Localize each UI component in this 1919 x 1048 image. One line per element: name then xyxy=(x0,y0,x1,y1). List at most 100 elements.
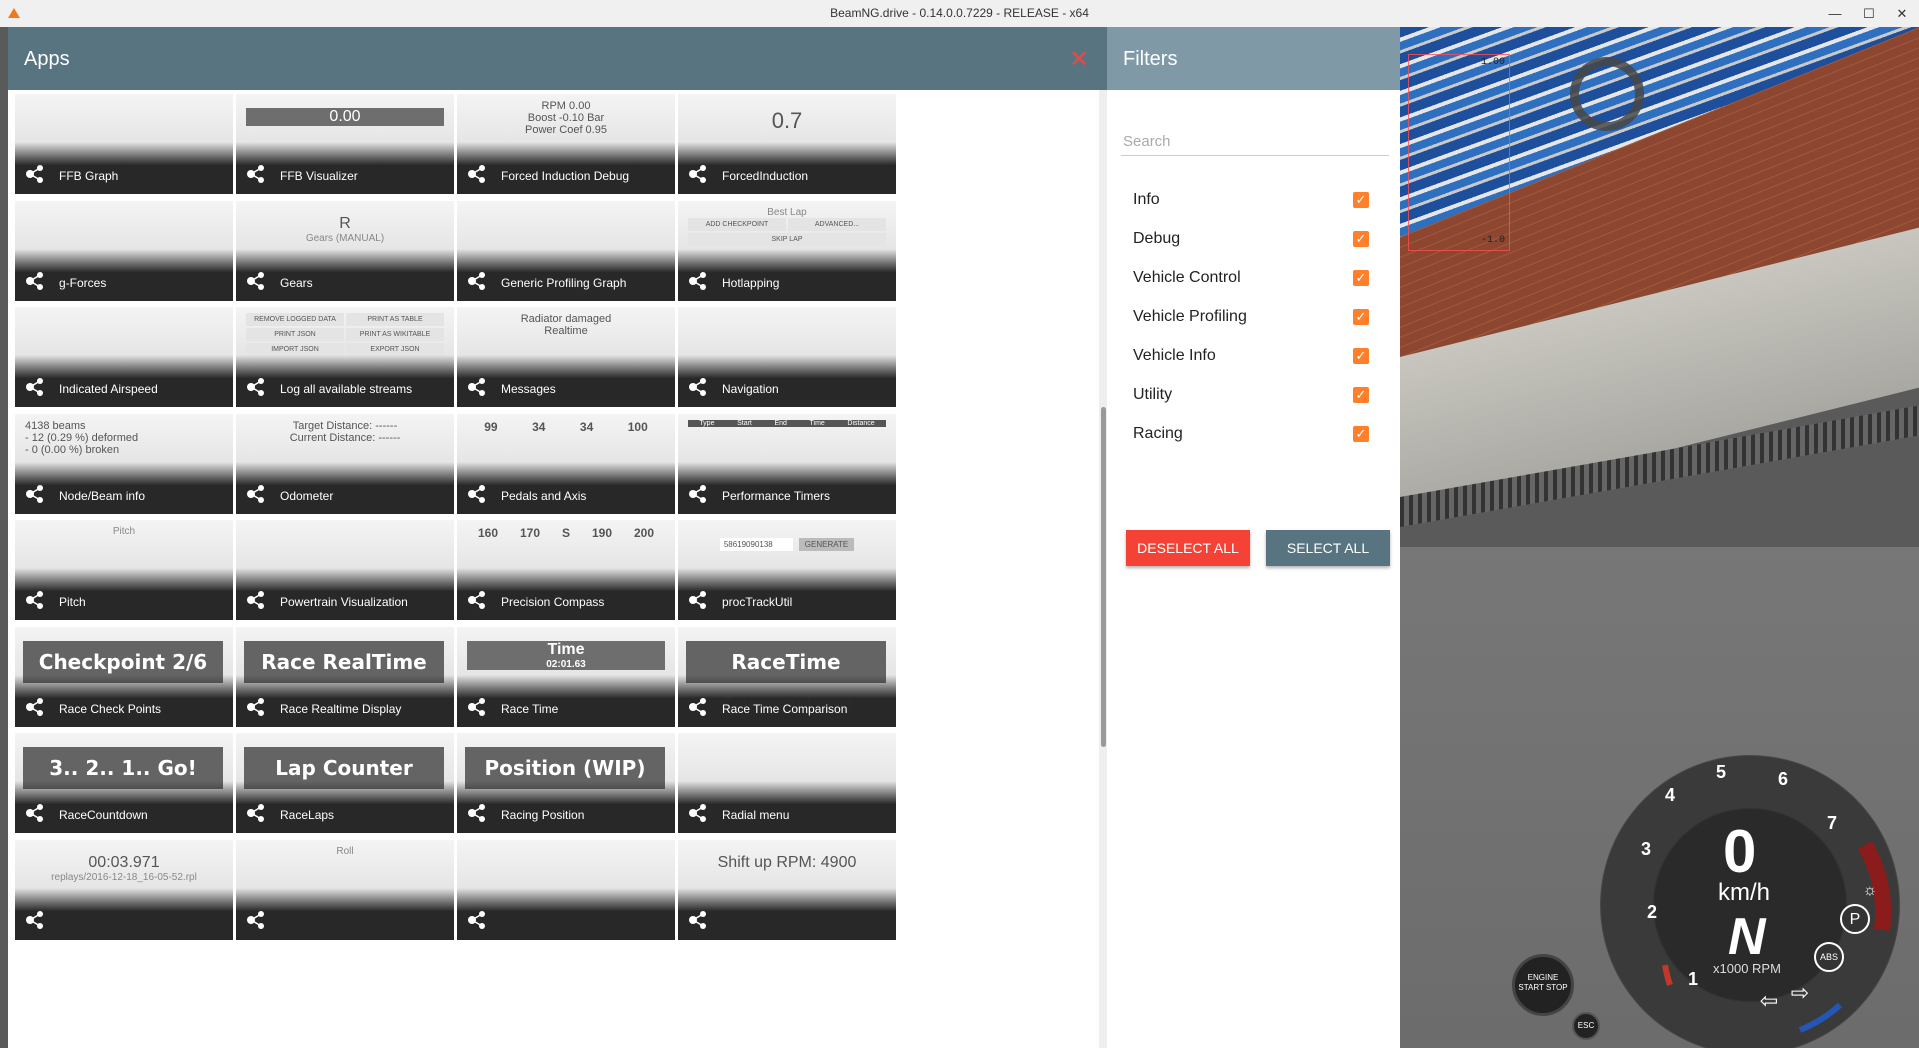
share-icon[interactable] xyxy=(25,696,47,718)
app-tile[interactable]: RPM 0.00 Boost -0.10 Bar Power Coef 0.95 Fo… xyxy=(457,94,675,194)
app-tile[interactable]: Powertrain Visualization xyxy=(236,520,454,620)
filter-row[interactable]: Vehicle Profiling ✓ xyxy=(1133,302,1373,332)
share-icon[interactable] xyxy=(688,376,710,398)
filter-row[interactable]: Debug ✓ xyxy=(1133,224,1373,254)
app-tile[interactable]: Target Distance: ------ Current Distance:… xyxy=(236,414,454,514)
app-tile[interactable]: Roll xyxy=(236,840,454,940)
checkbox-icon[interactable]: ✓ xyxy=(1353,348,1369,364)
app-preview-line: - 12 (0.29 %) deformed xyxy=(25,432,139,444)
app-tile[interactable]: Type Start End Time Distance Performance Time… xyxy=(678,414,896,514)
app-tile[interactable]: 99 34 34 100 Pedals and Axis xyxy=(457,414,675,514)
share-icon[interactable] xyxy=(246,802,268,824)
app-tile[interactable]: Best Lap ADD CHECKPOINT ADVANCED... SKIP LA… xyxy=(678,201,896,301)
share-icon[interactable] xyxy=(25,909,47,931)
app-tile[interactable]: Checkpoint 2/6 Race Check Points xyxy=(15,627,233,727)
app-tile[interactable]: Race RealTime Race Realtime Display xyxy=(236,627,454,727)
left-indicator-icon: ⇦ xyxy=(1759,988,1779,1013)
share-icon[interactable] xyxy=(246,589,268,611)
filter-row[interactable]: Info ✓ xyxy=(1133,185,1373,215)
app-tile[interactable]: Pitch Pitch xyxy=(15,520,233,620)
share-icon[interactable] xyxy=(467,589,489,611)
close-window-button[interactable]: ✕ xyxy=(1885,0,1919,27)
share-icon[interactable] xyxy=(688,483,710,505)
share-icon[interactable] xyxy=(246,483,268,505)
checkbox-icon[interactable]: ✓ xyxy=(1353,387,1369,403)
share-icon[interactable] xyxy=(688,696,710,718)
speed-readout: 0 xyxy=(1723,818,1757,885)
esc-button[interactable]: ESC xyxy=(1572,1012,1600,1040)
filter-row[interactable]: Vehicle Control ✓ xyxy=(1133,263,1373,293)
share-icon[interactable] xyxy=(688,270,710,292)
share-icon[interactable] xyxy=(467,163,489,185)
app-tile-footer xyxy=(457,888,675,940)
apps-scrollbar-thumb[interactable] xyxy=(1101,407,1106,747)
app-tile-label: Race Time xyxy=(501,702,559,716)
checkbox-icon[interactable]: ✓ xyxy=(1353,270,1369,286)
checkbox-icon[interactable]: ✓ xyxy=(1353,309,1369,325)
filter-row[interactable]: Racing ✓ xyxy=(1133,419,1373,449)
app-tile-footer xyxy=(15,355,233,407)
app-tile[interactable]: 58619090138 GENERATE procTrackUtil xyxy=(678,520,896,620)
share-icon[interactable] xyxy=(246,376,268,398)
share-icon[interactable] xyxy=(467,909,489,931)
share-icon[interactable] xyxy=(25,802,47,824)
share-icon[interactable] xyxy=(467,270,489,292)
app-tile[interactable]: Shift up RPM: 4900 xyxy=(678,840,896,940)
search-input[interactable] xyxy=(1121,127,1389,156)
share-icon[interactable] xyxy=(688,589,710,611)
filter-row[interactable]: Utility ✓ xyxy=(1133,380,1373,410)
maximize-button[interactable]: ☐ xyxy=(1852,0,1886,27)
app-tile[interactable]: RaceTime ComparisonRace Time Comparison xyxy=(678,627,896,727)
checkbox-icon[interactable]: ✓ xyxy=(1353,426,1369,442)
share-icon[interactable] xyxy=(246,163,268,185)
app-tile[interactable]: REMOVE LOGGED DATA PRINT AS TABLE PRINT JS… xyxy=(236,307,454,407)
app-tile[interactable] xyxy=(457,840,675,940)
share-icon[interactable] xyxy=(688,909,710,931)
share-icon[interactable] xyxy=(25,483,47,505)
share-icon[interactable] xyxy=(246,270,268,292)
share-icon[interactable] xyxy=(688,802,710,824)
engine-start-stop-button[interactable]: ENGINE START STOP xyxy=(1512,954,1574,1016)
app-tile[interactable]: Generic Profiling Graph xyxy=(457,201,675,301)
app-tile-footer xyxy=(236,249,454,301)
app-tile[interactable]: 160 170 S 190 200 Precision Compass xyxy=(457,520,675,620)
app-tile[interactable]: 3.. 2.. 1.. Go! RaceCountdown xyxy=(15,733,233,833)
share-icon[interactable] xyxy=(467,376,489,398)
share-icon[interactable] xyxy=(25,163,47,185)
app-tile[interactable]: FFB Graph xyxy=(15,94,233,194)
minimize-button[interactable]: — xyxy=(1818,0,1852,27)
app-tile[interactable]: 0.7 ForcedInduction xyxy=(678,94,896,194)
share-icon[interactable] xyxy=(25,376,47,398)
app-tile[interactable]: Radiator damaged Realtime Messages xyxy=(457,307,675,407)
app-tile[interactable]: R Gears (MANUAL) Gears xyxy=(236,201,454,301)
share-icon[interactable] xyxy=(467,802,489,824)
app-tile[interactable]: 0.00 FFB Visualizer xyxy=(236,94,454,194)
share-icon[interactable] xyxy=(25,270,47,292)
share-icon[interactable] xyxy=(246,696,268,718)
share-icon[interactable] xyxy=(467,696,489,718)
share-icon[interactable] xyxy=(246,909,268,931)
share-icon[interactable] xyxy=(25,589,47,611)
app-tile[interactable]: 00:03.971 replays/2016-12-18_16-05-52.rpl xyxy=(15,840,233,940)
app-tile[interactable]: Radial menu xyxy=(678,733,896,833)
app-tile[interactable]: 4138 beams - 12 (0.29 %) deformed - 0 (0.0… xyxy=(15,414,233,514)
app-preview-line: Radiator damaged xyxy=(520,313,612,325)
close-icon[interactable]: ✕ xyxy=(1069,45,1089,74)
share-icon[interactable] xyxy=(688,163,710,185)
deselect-all-button[interactable]: DESELECT ALL xyxy=(1126,530,1250,566)
checkbox-icon[interactable]: ✓ xyxy=(1353,231,1369,247)
checkbox-icon[interactable]: ✓ xyxy=(1353,192,1369,208)
rpm-unit: x1000 RPM xyxy=(1713,961,1781,976)
app-tile[interactable]: g-Forces xyxy=(15,201,233,301)
app-tile-footer xyxy=(15,462,233,514)
app-tile[interactable]: Navigation xyxy=(678,307,896,407)
filter-row[interactable]: Vehicle Info ✓ xyxy=(1133,341,1373,371)
select-all-button[interactable]: SELECT ALL xyxy=(1266,530,1390,566)
app-tile[interactable]: Lap Counter RaceLaps xyxy=(236,733,454,833)
app-preview-value: 34 xyxy=(532,420,546,434)
share-icon[interactable] xyxy=(467,483,489,505)
app-tile[interactable]: Indicated Airspeed xyxy=(15,307,233,407)
app-tile[interactable]: Position (WIP) Racing Position xyxy=(457,733,675,833)
app-preview-column: Distance xyxy=(847,420,875,427)
app-tile[interactable]: Time 02:01.63 Race Time xyxy=(457,627,675,727)
